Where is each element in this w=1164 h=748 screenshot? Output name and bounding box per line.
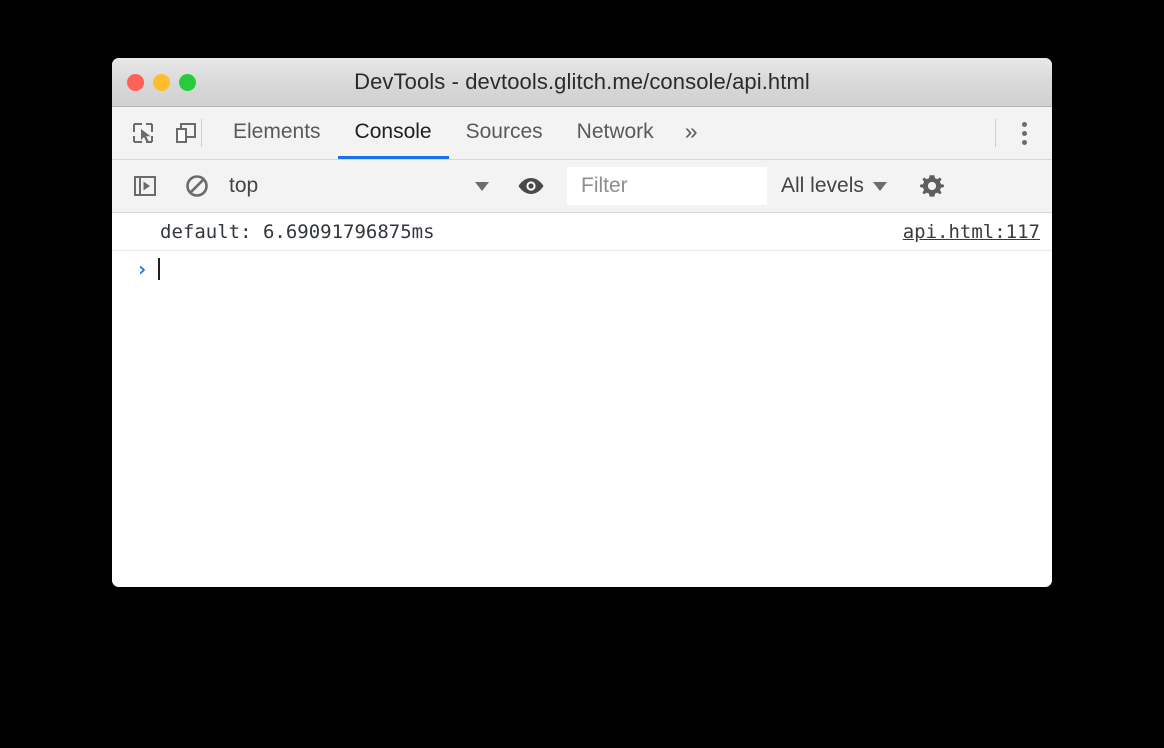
eye-icon	[518, 178, 544, 194]
close-window-button[interactable]	[127, 73, 144, 91]
devtools-tabbar: Elements Console Sources Network »	[112, 107, 1052, 160]
tab-elements[interactable]: Elements	[216, 107, 338, 159]
devtools-tabs: Elements Console Sources Network »	[216, 107, 711, 159]
log-levels-value: All levels	[781, 174, 864, 197]
log-levels-select[interactable]: All levels	[781, 174, 887, 198]
console-message-row[interactable]: default: 6.69091796875ms api.html:117	[112, 213, 1052, 251]
tab-sources[interactable]: Sources	[449, 107, 560, 159]
traffic-lights	[127, 58, 196, 106]
kebab-dot	[1021, 130, 1027, 136]
tabbar-right-group	[995, 107, 1052, 159]
chevron-down-icon	[475, 182, 489, 191]
execution-context-value: top	[229, 174, 259, 197]
console-output: default: 6.69091796875ms api.html:117 ›	[112, 213, 1052, 587]
chevron-down-icon	[872, 181, 887, 191]
kebab-dot	[1021, 121, 1027, 127]
zoom-window-button[interactable]	[179, 73, 196, 91]
tabbar-tools	[112, 107, 201, 159]
console-toolbar: top Filter All levels	[112, 160, 1052, 213]
minimize-window-button[interactable]	[153, 73, 170, 91]
execution-context-select[interactable]: top	[213, 160, 501, 212]
devtools-window: DevTools - devtools.glitch.me/console/ap…	[112, 58, 1052, 587]
kebab-menu-icon[interactable]	[996, 107, 1052, 159]
settings-button[interactable]	[902, 172, 962, 200]
filter-input[interactable]: Filter	[567, 167, 767, 205]
text-cursor	[158, 258, 160, 280]
console-message-text: default: 6.69091796875ms	[160, 220, 435, 243]
window-titlebar: DevTools - devtools.glitch.me/console/ap…	[112, 58, 1052, 107]
device-toolbar-icon[interactable]	[171, 118, 201, 148]
clear-console-icon[interactable]	[182, 171, 212, 201]
console-toolbar-tools	[112, 171, 212, 201]
console-sidebar-icon[interactable]	[130, 171, 160, 201]
tab-network[interactable]: Network	[560, 107, 671, 159]
console-message-source-link[interactable]: api.html:117	[903, 221, 1040, 243]
window-title: DevTools - devtools.glitch.me/console/ap…	[354, 69, 810, 94]
prompt-chevron-icon: ›	[136, 257, 149, 281]
console-prompt-row[interactable]: ›	[112, 251, 1052, 287]
inspect-element-icon[interactable]	[128, 118, 158, 148]
tabbar-divider	[201, 119, 202, 147]
more-tabs-icon[interactable]: »	[671, 107, 712, 159]
live-expression-button[interactable]	[502, 173, 560, 199]
kebab-dot	[1021, 139, 1027, 145]
gear-icon	[919, 175, 944, 197]
tab-console[interactable]: Console	[337, 107, 449, 159]
